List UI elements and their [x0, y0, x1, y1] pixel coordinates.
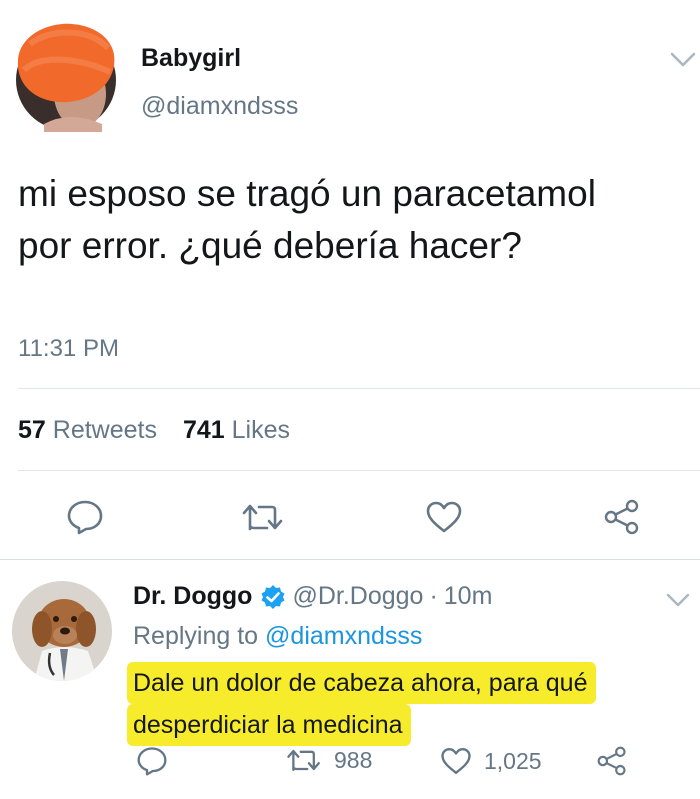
- like-count: 1,025: [484, 747, 542, 774]
- share-icon: [597, 746, 626, 776]
- share-icon: [604, 499, 639, 535]
- like-button[interactable]: 1,025: [440, 746, 542, 776]
- retweet-button[interactable]: 988: [286, 746, 372, 774]
- retweet-button[interactable]: [241, 501, 285, 533]
- like-icon: [426, 501, 462, 533]
- divider: [18, 388, 700, 389]
- replying-to: Replying to @diamxndsss: [133, 622, 422, 651]
- like-icon: [441, 748, 471, 774]
- author-name[interactable]: Dr. Doggo: [133, 582, 252, 611]
- share-button[interactable]: [603, 499, 641, 535]
- reply-button[interactable]: [66, 499, 104, 535]
- retweet-icon: [287, 749, 320, 771]
- chevron-down-icon[interactable]: [666, 593, 692, 609]
- reply-tweet: Dr. Doggo @Dr.Doggo · 10m Replying to @d…: [0, 560, 700, 799]
- like-button[interactable]: [425, 500, 463, 534]
- likes-count[interactable]: 741: [183, 416, 225, 444]
- tweet-text: mi esposo se tragó un paracetamol por er…: [18, 173, 596, 266]
- reply-text-line: desperdiciar la medicina: [127, 704, 411, 746]
- reply-icon: [137, 747, 167, 776]
- tweet-stats: 57 Retweets 741 Likes: [18, 416, 290, 445]
- replying-prefix: Replying to: [133, 622, 259, 650]
- divider: [18, 470, 700, 471]
- reply-text-line: Dale un dolor de cabeza ahora, para qué: [127, 662, 596, 704]
- main-tweet: Babygirl @diamxndsss mi esposo se tragó …: [0, 0, 700, 560]
- chevron-down-icon[interactable]: [670, 52, 696, 68]
- share-button[interactable]: [596, 746, 628, 776]
- author-handle[interactable]: @diamxndsss: [141, 92, 298, 121]
- retweet-icon: [242, 504, 283, 531]
- retweets-label[interactable]: Retweets: [53, 416, 157, 444]
- likes-label[interactable]: Likes: [232, 416, 290, 444]
- reply-text: Dale un dolor de cabeza ahora, para qué …: [127, 662, 596, 746]
- avatar[interactable]: [10, 14, 120, 132]
- avatar-image: [12, 581, 112, 681]
- author-name[interactable]: Babygirl: [141, 44, 241, 73]
- reply-header: Dr. Doggo @Dr.Doggo · 10m: [133, 582, 492, 611]
- tweet-timestamp[interactable]: 11:31 PM: [18, 335, 119, 363]
- retweets-count[interactable]: 57: [18, 416, 46, 444]
- avatar[interactable]: [12, 581, 112, 681]
- verified-badge-icon: [260, 584, 286, 610]
- reply-icon: [67, 500, 103, 535]
- retweet-count: 988: [334, 746, 373, 773]
- author-handle[interactable]: @Dr.Doggo: [292, 582, 423, 611]
- reply-button[interactable]: [136, 746, 168, 776]
- avatar-image: [16, 23, 116, 132]
- replying-handle-link[interactable]: @diamxndsss: [265, 622, 422, 650]
- separator: ·: [429, 582, 438, 610]
- tweet-age[interactable]: 10m: [444, 582, 493, 611]
